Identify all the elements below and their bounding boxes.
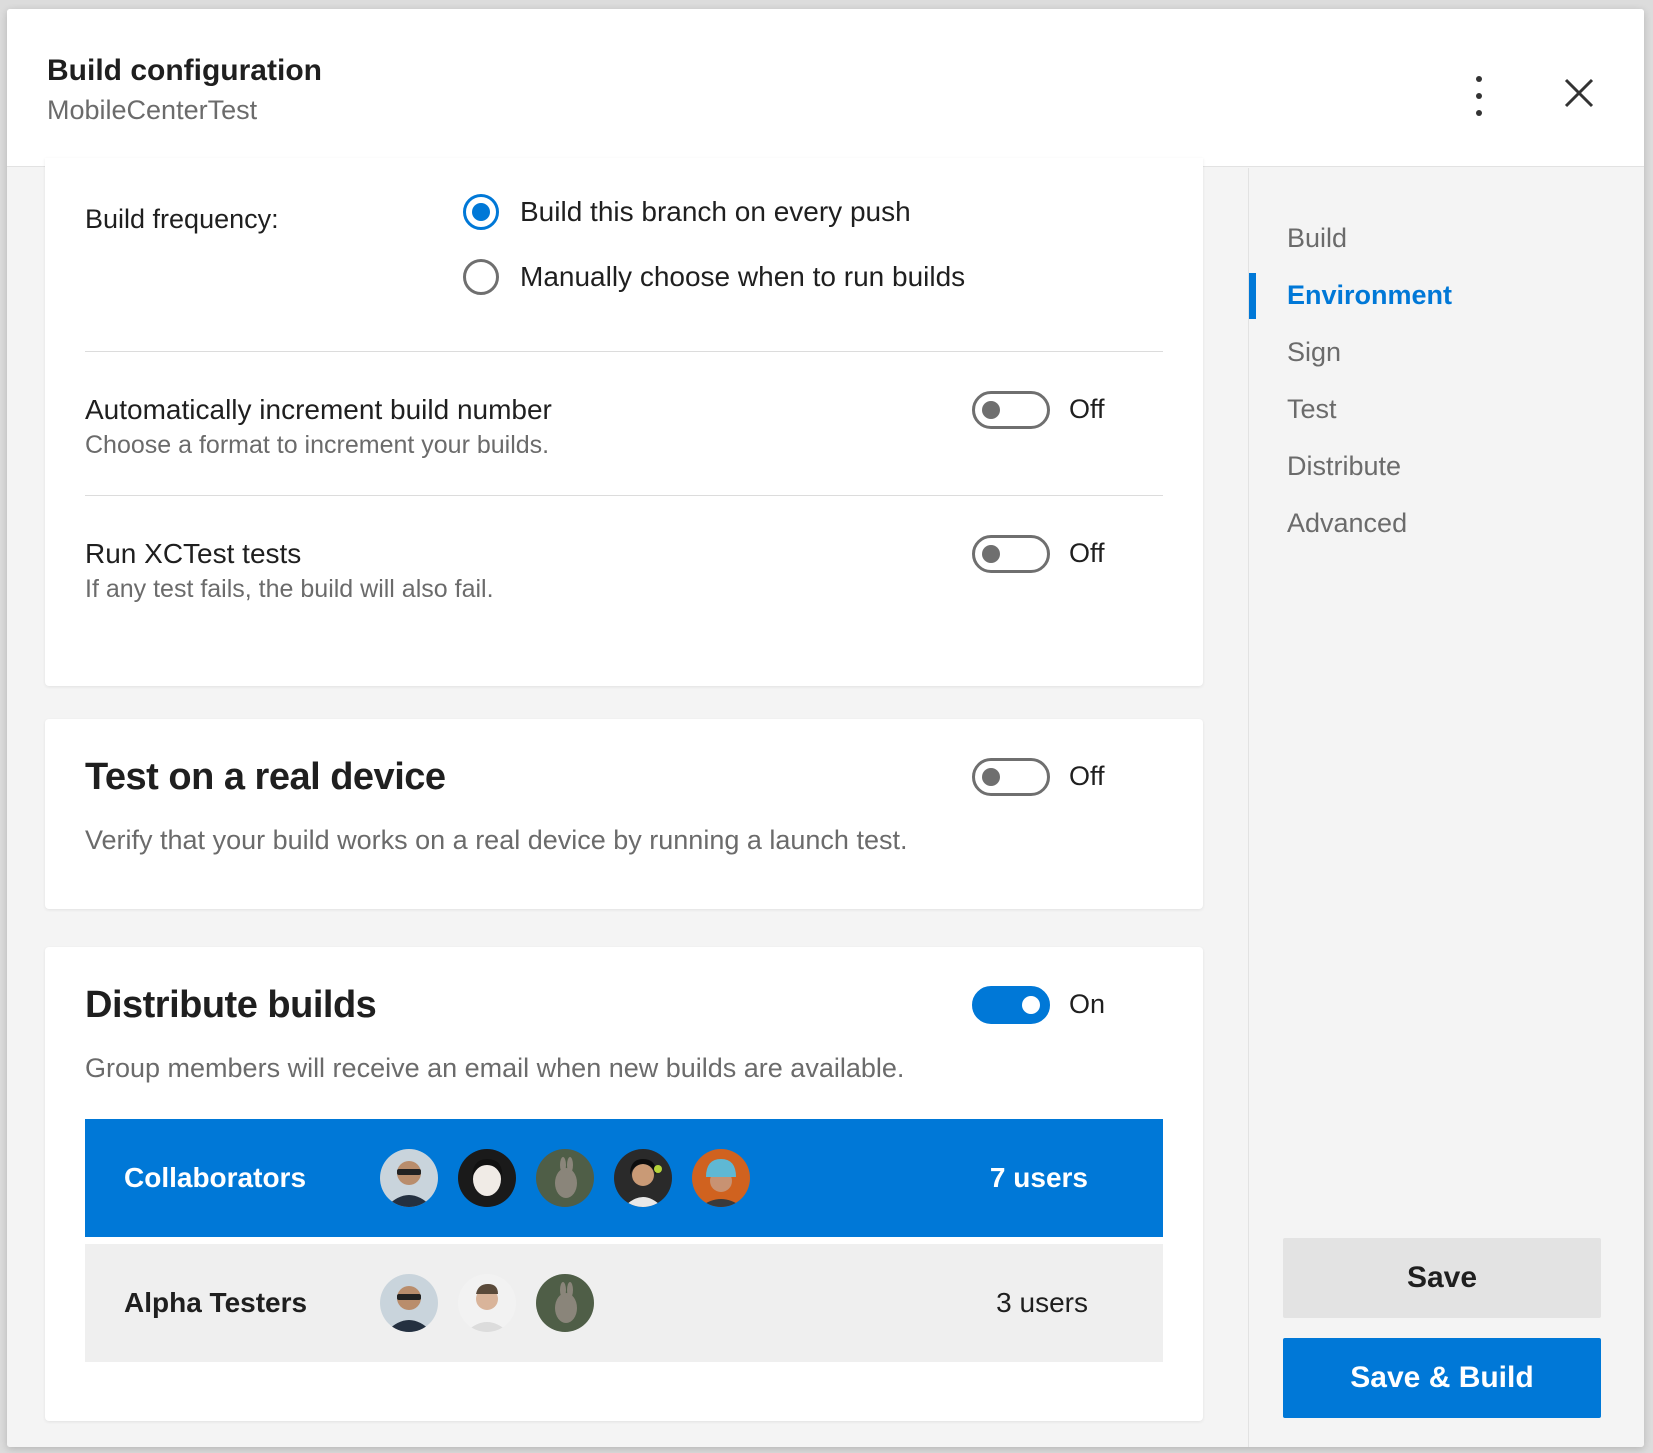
avatar xyxy=(614,1149,672,1207)
more-vertical-icon xyxy=(1476,76,1482,82)
build-frequency-label: Build frequency: xyxy=(85,204,279,234)
xctest-state: Off xyxy=(1069,538,1105,568)
nav-item-environment[interactable]: Environment xyxy=(1249,272,1644,320)
avatar xyxy=(536,1149,594,1207)
group-user-count: 7 users xyxy=(989,1162,1088,1193)
group-row-alpha-testers[interactable]: Alpha Testers 3 users xyxy=(85,1244,1163,1362)
real-device-state: Off xyxy=(1069,761,1105,791)
group-user-count: 3 users xyxy=(996,1287,1088,1318)
real-device-toggle[interactable] xyxy=(972,758,1050,796)
close-icon xyxy=(1564,78,1594,108)
more-vertical-icon-dot xyxy=(1476,93,1482,99)
close-button[interactable] xyxy=(1555,69,1603,117)
nav-item-distribute[interactable]: Distribute xyxy=(1249,443,1644,491)
toggle-knob xyxy=(982,768,1000,786)
avatar xyxy=(458,1274,516,1332)
group-name: Alpha Testers xyxy=(124,1287,308,1318)
real-device-description: Verify that your build works on a real d… xyxy=(85,825,908,855)
xctest-title: Run XCTest tests xyxy=(85,538,302,569)
nav-item-sign[interactable]: Sign xyxy=(1249,329,1644,377)
radio-label: Manually choose when to run builds xyxy=(520,261,966,292)
avatar xyxy=(380,1274,438,1332)
dialog-header: Build configuration MobileCenterTest xyxy=(7,9,1644,167)
more-vertical-icon-dot xyxy=(1476,110,1482,116)
divider xyxy=(85,495,1163,496)
avatar xyxy=(692,1149,750,1207)
avatar xyxy=(380,1149,438,1207)
distribute-card: Distribute builds Group members will rec… xyxy=(45,947,1203,1421)
auto-increment-subtitle: Choose a format to increment your builds… xyxy=(85,431,550,459)
build-configuration-dialog: Build configuration MobileCenterTest Bui… xyxy=(7,9,1644,1447)
nav-item-build[interactable]: Build xyxy=(1249,215,1644,263)
real-device-heading: Test on a real device xyxy=(85,756,446,798)
build-settings-card: Build frequency: Build this branch on ev… xyxy=(45,158,1203,686)
settings-content: Build frequency: Build this branch on ev… xyxy=(7,158,1247,1447)
avatar xyxy=(536,1274,594,1332)
toggle-knob xyxy=(1022,996,1040,1014)
avatar xyxy=(458,1149,516,1207)
auto-increment-state: Off xyxy=(1069,394,1105,424)
nav-item-test[interactable]: Test xyxy=(1249,386,1644,434)
distribute-toggle[interactable] xyxy=(972,986,1050,1024)
nav-item-label: Advanced xyxy=(1287,508,1408,538)
dialog-title: Build configuration xyxy=(47,54,322,87)
group-row-collaborators[interactable]: Collaborators 7 users xyxy=(85,1119,1163,1237)
radio-label: Build this branch on every push xyxy=(520,196,911,227)
dialog-subtitle: MobileCenterTest xyxy=(47,95,258,125)
toggle-knob xyxy=(982,545,1000,563)
nav-item-label: Distribute xyxy=(1287,451,1402,481)
radio-build-every-push[interactable]: Build this branch on every push xyxy=(463,194,911,230)
save-button[interactable]: Save xyxy=(1283,1238,1601,1318)
real-device-card: Test on a real device Verify that your b… xyxy=(45,719,1203,909)
distribute-state: On xyxy=(1069,989,1106,1019)
divider xyxy=(85,351,1163,352)
more-options-button[interactable] xyxy=(1459,69,1499,123)
group-name: Collaborators xyxy=(124,1162,307,1193)
save-and-build-button[interactable]: Save & Build xyxy=(1283,1338,1601,1418)
group-avatars xyxy=(380,1149,750,1207)
distribute-description: Group members will receive an email when… xyxy=(85,1053,905,1083)
auto-increment-toggle[interactable] xyxy=(972,391,1050,429)
xctest-toggle[interactable] xyxy=(972,535,1050,573)
auto-increment-title: Automatically increment build number xyxy=(85,394,552,425)
radio-manual-builds[interactable]: Manually choose when to run builds xyxy=(463,259,965,295)
nav-item-label: Environment xyxy=(1287,280,1453,310)
section-nav: Build Environment Sign Test Distribute A… xyxy=(1248,168,1644,1447)
nav-item-advanced[interactable]: Advanced xyxy=(1249,500,1644,548)
radio-unselected-icon[interactable] xyxy=(463,259,499,295)
xctest-subtitle: If any test fails, the build will also f… xyxy=(85,575,494,603)
toggle-knob xyxy=(982,401,1000,419)
nav-item-label: Test xyxy=(1287,394,1337,424)
nav-item-label: Sign xyxy=(1287,337,1342,367)
distribute-heading: Distribute builds xyxy=(85,984,377,1026)
nav-item-label: Build xyxy=(1287,223,1348,253)
radio-selected-icon[interactable] xyxy=(463,194,499,230)
group-avatars xyxy=(380,1274,594,1332)
